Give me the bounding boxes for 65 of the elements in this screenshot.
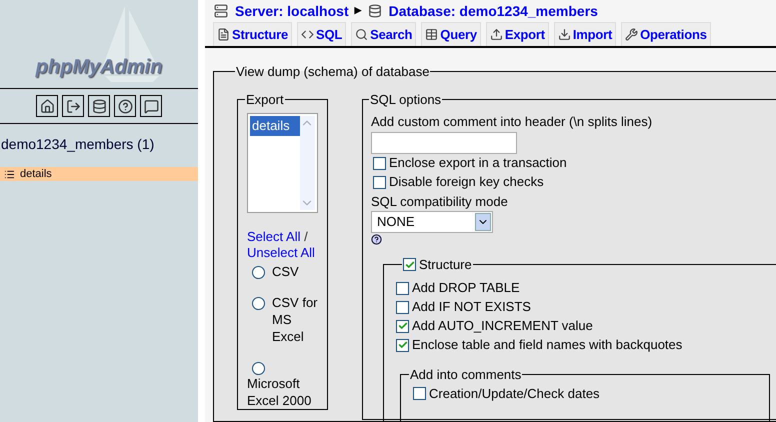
server-icon [214,4,228,18]
search-icon [355,28,368,41]
checkbox[interactable] [396,300,409,314]
tab[interactable]: Query [421,22,481,46]
checkbox-label: Disable foreign key checks [389,173,544,192]
checkbox-label: Enclose table and field names with backquotes [412,336,682,354]
panel-legend: Export [245,90,285,109]
table-item[interactable]: details [0,167,198,181]
field-label: Add custom comment into header (\n splits lines) [371,113,654,131]
checkbox-label: Creation/Update/Check dates [429,384,600,403]
checkbox[interactable] [396,320,409,332]
separator: / [304,229,308,244]
tab[interactable]: Import [554,22,616,46]
app-logo: phpMyAdmin [36,55,162,80]
breadcrumb-link[interactable]: Server: localhost [235,0,349,22]
tab[interactable]: Structure [213,22,292,46]
checkbox-label: Structure [419,256,472,274]
radio-button[interactable] [252,266,265,279]
checkbox[interactable] [413,387,426,400]
select-all-link[interactable]: Select All [247,229,300,244]
table-icon [4,168,15,180]
panel-legend: SQL options [369,90,442,109]
database-name[interactable]: demo1234_members (1) [0,134,198,155]
checkbox-label: Add AUTO_INCREMENT value [412,317,593,336]
home-icon[interactable] [36,95,58,117]
code-icon [301,28,314,41]
dropdown-button[interactable] [475,213,491,231]
help-icon[interactable] [114,95,136,117]
document-icon [217,28,230,41]
table-icon [425,28,438,41]
radio-button[interactable] [252,362,265,375]
wrench-icon [625,28,638,41]
radio-label: CSV [272,263,299,280]
unselect-all-link[interactable]: Unselect All [247,245,315,260]
download-icon [558,28,571,41]
exit-icon[interactable] [62,95,84,117]
breadcrumb-link[interactable]: Database: demo1234_members [388,0,598,22]
upload-icon [490,28,503,41]
tab[interactable]: SQL [297,22,346,46]
checkbox[interactable] [396,282,409,294]
tab[interactable]: Operations [621,22,711,46]
listbox-option[interactable]: details [250,116,300,136]
checkbox-label: Add DROP TABLE [412,279,520,298]
panel-legend: Add into comments [409,364,522,384]
table-listbox[interactable]: details [247,113,318,213]
panel-legend: View dump (schema) of database [235,62,430,82]
help-icon [371,234,382,245]
compat-select[interactable]: NONE [371,211,493,233]
breadcrumb-separator: ▶ [354,4,362,18]
message-icon[interactable] [140,95,162,117]
checkbox[interactable] [403,258,416,272]
radio-label: CSV for MS Excel [272,294,318,345]
comment-input[interactable] [371,132,517,154]
checkbox[interactable] [373,176,386,188]
tab[interactable]: Export [486,22,549,46]
checkbox-label: Enclose export in a transaction [389,154,567,172]
checkbox[interactable] [396,338,409,352]
radio-button[interactable] [252,297,265,310]
checkbox-label: Add IF NOT EXISTS [412,298,531,316]
database-icon[interactable] [88,95,110,117]
radio-label: Microsoft Excel 2000 [247,375,312,409]
database-icon [368,4,382,18]
tab[interactable]: Search [351,22,416,46]
field-label: SQL compatibility mode [371,192,509,211]
checkbox[interactable] [373,156,386,170]
